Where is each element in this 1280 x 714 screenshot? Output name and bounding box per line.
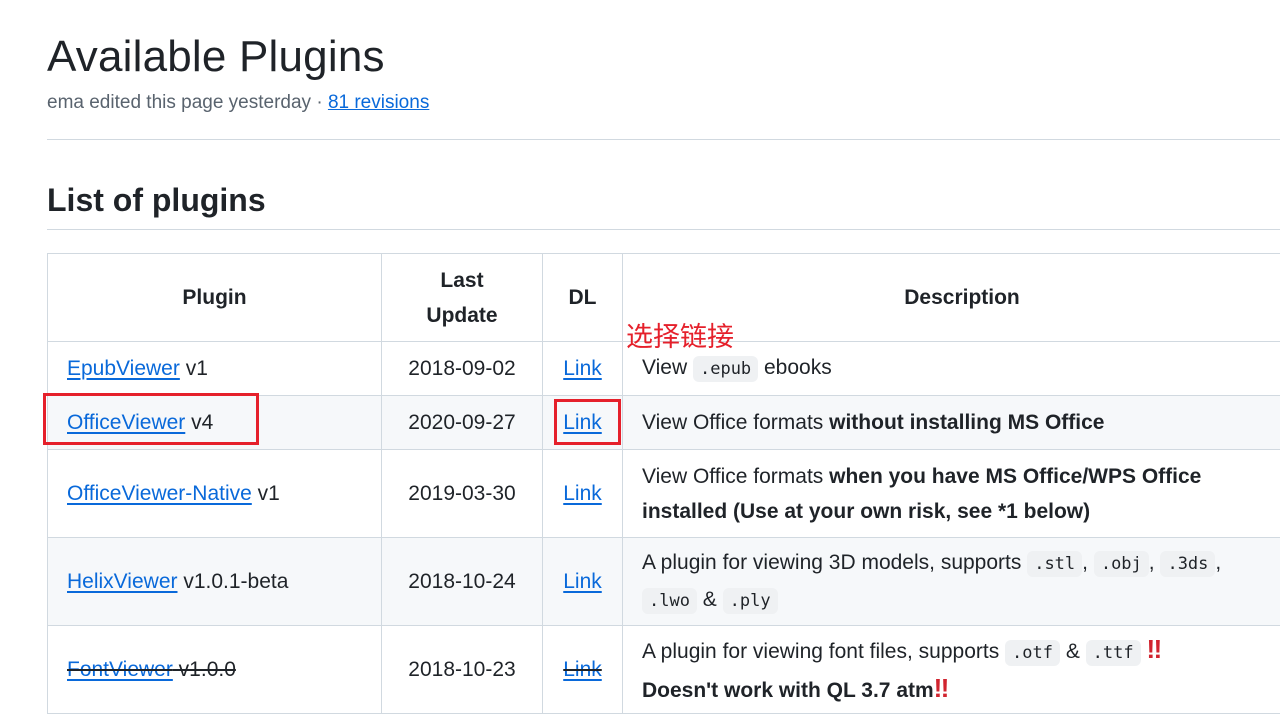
table-row: FontViewer v1.0.0 2018-10-23 Link A plug… [48,626,1280,714]
highlight-box-plugin [43,393,259,445]
warning-icon: ‼ [1146,634,1162,664]
description: A plugin for viewing 3D models, supports… [623,538,1280,626]
header-dl: DL [543,254,623,342]
plugin-link-officeviewer-native[interactable]: OfficeViewer-Native [67,482,252,505]
code-epub: .epub [693,356,758,382]
plugin-link-epubviewer[interactable]: EpubViewer [67,357,180,380]
download-link-epubviewer[interactable]: Link [563,357,602,380]
last-update: 2020-09-27 [382,396,543,450]
last-update: 2018-10-23 [382,626,543,714]
download-link-officeviewer-native[interactable]: Link [563,482,602,505]
last-update: 2019-03-30 [382,450,543,538]
header-last-update: LastUpdate [382,254,543,342]
page-meta: ema edited this page yesterday · 81 revi… [47,90,429,116]
highlight-box-link [554,399,621,445]
divider [47,139,1280,140]
warning-icon: ‼ [934,673,950,703]
section-heading: List of plugins [47,178,266,222]
plugin-link-fontviewer[interactable]: FontViewer [67,658,173,681]
edit-info: ema edited this page yesterday · [47,92,328,113]
description: View Office formats without installing M… [623,396,1280,450]
last-update: 2018-09-02 [382,342,543,396]
divider [47,229,1280,230]
description: View Office formats when you have MS Off… [623,450,1280,538]
download-link-fontviewer[interactable]: Link [563,658,602,681]
annotation-label: 选择链接 [626,320,734,356]
header-plugin: Plugin [48,254,382,342]
table-row: HelixViewer v1.0.1-beta 2018-10-24 Link … [48,538,1280,626]
last-update: 2018-10-24 [382,538,543,626]
download-link-helixviewer[interactable]: Link [563,570,602,593]
plugin-link-helixviewer[interactable]: HelixViewer [67,570,178,593]
table-row: OfficeViewer-Native v1 2019-03-30 Link V… [48,450,1280,538]
description: A plugin for viewing font files, support… [623,626,1280,714]
revisions-link[interactable]: 81 revisions [328,92,429,113]
page-title: Available Plugins [47,30,385,84]
